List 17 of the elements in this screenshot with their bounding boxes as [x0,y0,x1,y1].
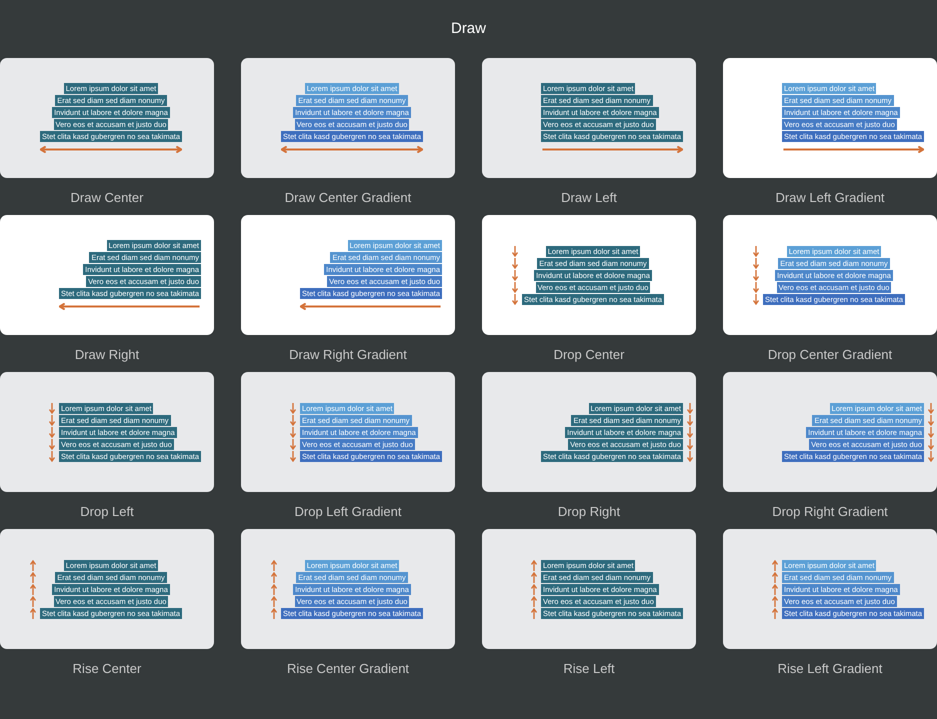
preview-label: Drop Right Gradient [772,503,888,520]
preview-label: Rise Left Gradient [778,660,882,677]
preview-label: Draw Right [74,346,140,363]
preview-label: Drop Left [80,503,134,520]
preview-label: Drop Right [558,503,620,520]
preview-label: Draw Left [561,189,617,206]
preview-label: Rise Left [563,660,615,677]
preview-label: Draw Left Gradient [775,189,885,206]
preview-label: Draw Center [70,189,144,206]
page-title: Draw [450,18,486,39]
preview-label: Rise Center [72,660,142,677]
preview-label: Drop Center [554,346,624,363]
preview-label: Rise Center Gradient [286,660,410,677]
preview-label: Draw Center Gradient [284,189,412,206]
preview-label: Drop Center Gradient [768,346,892,363]
preview-label: Draw Right Gradient [289,346,407,363]
preview-label: Drop Left Gradient [294,503,402,520]
